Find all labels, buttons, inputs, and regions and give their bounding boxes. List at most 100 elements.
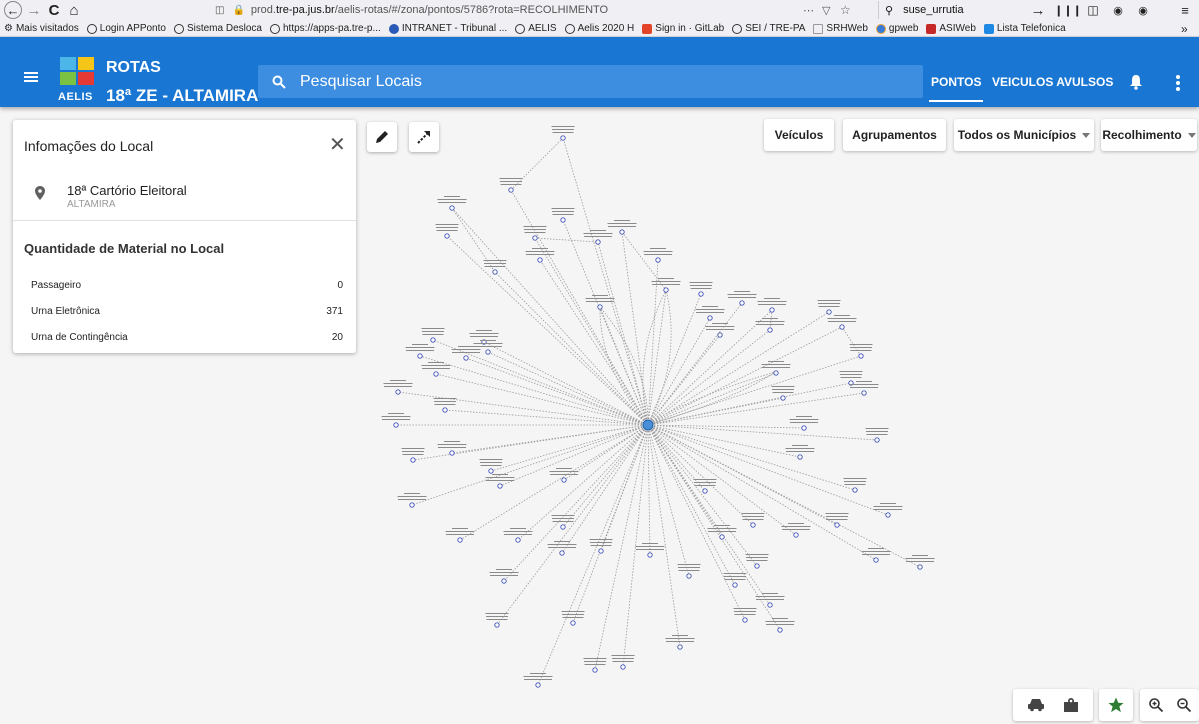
- bookmark-item[interactable]: ASIWeb: [926, 23, 976, 34]
- node-marker[interactable]: [395, 389, 401, 395]
- hamburger-menu-icon[interactable]: [24, 72, 38, 82]
- node-marker[interactable]: [777, 627, 783, 633]
- graph-node[interactable]: [849, 344, 873, 359]
- node-marker[interactable]: [801, 425, 807, 431]
- graph-node[interactable]: [785, 445, 815, 460]
- graph-node[interactable]: [523, 226, 547, 241]
- node-marker[interactable]: [655, 257, 661, 263]
- node-marker[interactable]: [430, 337, 436, 343]
- node-marker[interactable]: [767, 602, 773, 608]
- car-icon[interactable]: [1027, 698, 1045, 712]
- bookmark-item[interactable]: SEI / TRE-PA: [732, 23, 805, 34]
- node-marker[interactable]: [858, 353, 864, 359]
- node-marker[interactable]: [560, 217, 566, 223]
- library-icon[interactable]: ❙❙❙: [1054, 1, 1082, 19]
- node-marker[interactable]: [702, 488, 708, 494]
- graph-node[interactable]: [755, 593, 785, 608]
- reload-icon[interactable]: C: [46, 1, 62, 19]
- search-input[interactable]: Pesquisar Locais: [258, 65, 923, 98]
- graph-node[interactable]: [499, 178, 523, 193]
- node-marker[interactable]: [560, 135, 566, 141]
- graph-node[interactable]: [865, 428, 889, 443]
- node-marker[interactable]: [874, 437, 880, 443]
- node-marker[interactable]: [570, 620, 576, 626]
- edit-button[interactable]: [367, 122, 397, 152]
- graph-node[interactable]: [445, 528, 475, 543]
- graph-node[interactable]: [583, 230, 613, 245]
- node-marker[interactable]: [647, 552, 653, 558]
- graph-node[interactable]: [561, 611, 585, 626]
- graph-node[interactable]: [755, 318, 785, 333]
- graph-node[interactable]: [695, 306, 725, 321]
- bookmark-star-icon[interactable]: ☆: [840, 3, 851, 17]
- node-marker[interactable]: [494, 622, 500, 628]
- graph-node[interactable]: [825, 513, 849, 528]
- bookmark-item[interactable]: Sign in · GitLab: [642, 23, 724, 34]
- graph-node[interactable]: [433, 398, 457, 413]
- graph-node[interactable]: [547, 541, 577, 556]
- node-marker[interactable]: [535, 682, 541, 688]
- node-marker[interactable]: [797, 454, 803, 460]
- page-actions-icon[interactable]: ⋯: [803, 4, 814, 17]
- node-marker[interactable]: [793, 532, 799, 538]
- graph-node[interactable]: [761, 361, 791, 376]
- node-marker[interactable]: [707, 315, 713, 321]
- node-marker[interactable]: [592, 667, 598, 673]
- graph-node[interactable]: [733, 608, 757, 623]
- graph-node[interactable]: [607, 220, 637, 235]
- graph-node[interactable]: [549, 468, 579, 483]
- graph-node[interactable]: [817, 300, 841, 315]
- node-marker[interactable]: [780, 395, 786, 401]
- node-marker[interactable]: [750, 522, 756, 528]
- graph-node[interactable]: [421, 328, 445, 343]
- node-marker[interactable]: [742, 617, 748, 623]
- node-marker[interactable]: [444, 233, 450, 239]
- graph-node[interactable]: [827, 315, 857, 330]
- graph-node[interactable]: [741, 513, 765, 528]
- node-marker[interactable]: [515, 537, 521, 543]
- node-marker[interactable]: [917, 564, 923, 570]
- node-marker[interactable]: [433, 371, 439, 377]
- node-marker[interactable]: [619, 229, 625, 235]
- graph-node[interactable]: [397, 493, 427, 508]
- node-marker[interactable]: [417, 353, 423, 359]
- graph-node[interactable]: [781, 523, 811, 538]
- graph-node[interactable]: [437, 196, 467, 211]
- node-marker[interactable]: [885, 512, 891, 518]
- veiculos-button[interactable]: Veículos: [764, 119, 834, 151]
- graph-node[interactable]: [689, 282, 713, 297]
- node-marker[interactable]: [497, 483, 503, 489]
- graph-node[interactable]: [693, 479, 717, 494]
- graph-node[interactable]: [873, 503, 903, 518]
- node-marker[interactable]: [537, 257, 543, 263]
- bookmark-item[interactable]: Lista Telefonica: [983, 23, 1066, 34]
- node-marker[interactable]: [597, 304, 603, 310]
- node-marker[interactable]: [598, 548, 604, 554]
- graph-node[interactable]: [677, 564, 701, 579]
- graph-node[interactable]: [707, 525, 737, 540]
- graph-node[interactable]: [789, 416, 819, 431]
- graph-node[interactable]: [705, 323, 735, 338]
- node-marker[interactable]: [717, 332, 723, 338]
- route-tool-button[interactable]: [409, 122, 439, 152]
- rota-select[interactable]: Recolhimento: [1101, 119, 1197, 151]
- graph-node[interactable]: [589, 539, 613, 554]
- node-marker[interactable]: [620, 664, 626, 670]
- node-marker[interactable]: [754, 563, 760, 569]
- bookmark-item[interactable]: Sistema Desloca: [173, 23, 262, 34]
- person-pin-icon[interactable]: [1063, 697, 1079, 713]
- graph-node[interactable]: [437, 441, 467, 456]
- node-marker[interactable]: [492, 269, 498, 275]
- graph-node[interactable]: [401, 448, 425, 463]
- node-marker[interactable]: [457, 537, 463, 543]
- node-marker[interactable]: [488, 468, 494, 474]
- bookmark-item[interactable]: SRHWeb: [813, 23, 868, 34]
- node-marker[interactable]: [732, 582, 738, 588]
- municipio-select[interactable]: Todos os Municípios: [954, 119, 1094, 151]
- graph-node[interactable]: [551, 126, 575, 141]
- node-marker[interactable]: [739, 300, 745, 306]
- bookmark-item[interactable]: Aelis 2020 H: [564, 23, 634, 34]
- graph-node[interactable]: [861, 548, 891, 563]
- graph-node[interactable]: [849, 381, 879, 396]
- graph-node[interactable]: [485, 613, 509, 628]
